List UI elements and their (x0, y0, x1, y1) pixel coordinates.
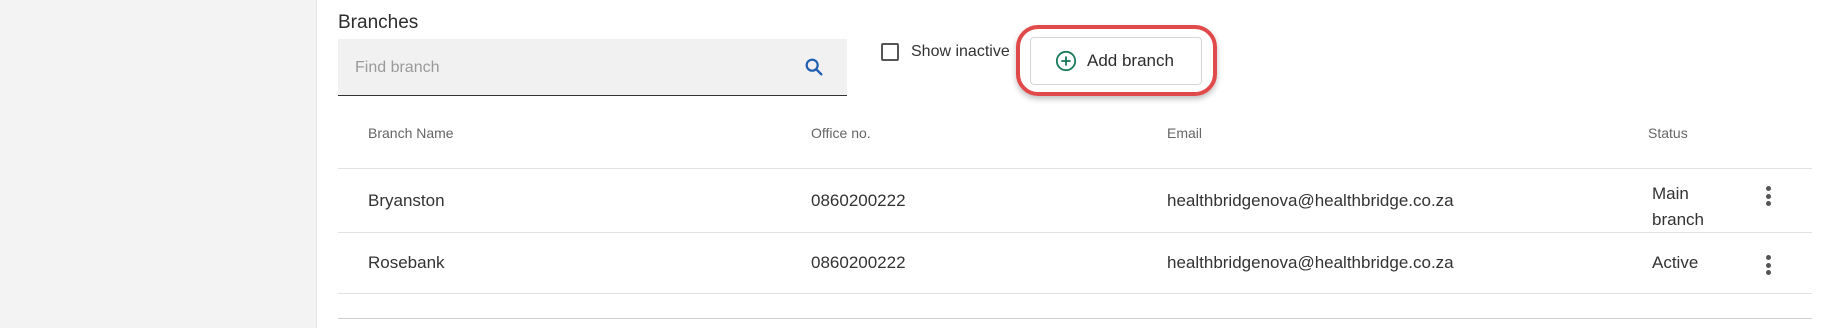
header-office-no[interactable]: Office no. (811, 125, 871, 141)
add-branch-button[interactable]: Add branch (1030, 37, 1202, 85)
office-no-cell: 0860200222 (811, 253, 906, 272)
row-menu-icon[interactable] (1756, 181, 1780, 211)
status-cell: Active (1652, 253, 1699, 272)
branches-panel: Branches Show inactive Add branch Branch… (316, 0, 1831, 328)
status-line-2: branch (1652, 210, 1704, 229)
table-row[interactable]: Bryanston 0860200222 healthbridgenova@he… (338, 169, 1812, 233)
show-inactive-checkbox[interactable] (881, 43, 899, 61)
email-cell: healthbridgenova@healthbridge.co.za (1167, 191, 1454, 210)
divider (338, 318, 1812, 319)
table-row[interactable]: Rosebank 0860200222 healthbridgenova@hea… (338, 233, 1812, 294)
office-no-cell: 0860200222 (811, 191, 906, 210)
email-cell: healthbridgenova@healthbridge.co.za (1167, 253, 1454, 272)
status-cell: Main branch (1652, 181, 1704, 233)
row-menu-icon[interactable] (1756, 250, 1780, 280)
header-status[interactable]: Status (1648, 125, 1688, 141)
show-inactive-label: Show inactive (911, 43, 1010, 60)
header-branch-name[interactable]: Branch Name (368, 125, 454, 141)
add-branch-label: Add branch (1087, 51, 1174, 70)
search-field[interactable] (338, 39, 847, 97)
table-header: Branch Name Office no. Email Status (338, 97, 1812, 169)
search-icon[interactable] (803, 56, 825, 78)
branches-table: Branch Name Office no. Email Status Brya… (338, 97, 1812, 294)
left-rail (0, 0, 316, 328)
header-email[interactable]: Email (1167, 125, 1202, 141)
plus-circle-icon (1055, 50, 1077, 72)
branch-name-cell: Bryanston (368, 191, 445, 210)
branch-name-cell: Rosebank (368, 253, 445, 272)
show-inactive-toggle[interactable]: Show inactive (881, 43, 1010, 61)
section-title: Branches (338, 12, 419, 33)
search-input[interactable] (353, 39, 787, 97)
status-line-1: Main (1652, 184, 1689, 203)
